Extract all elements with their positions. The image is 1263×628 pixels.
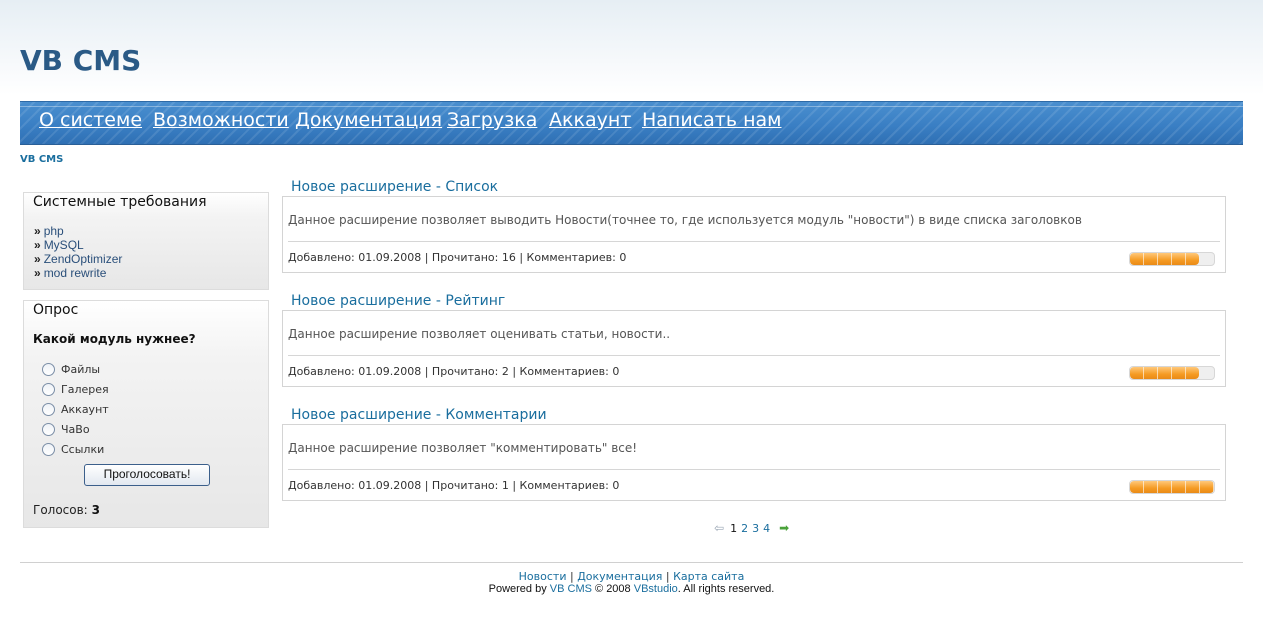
nav-features[interactable]: Возможности bbox=[153, 109, 289, 131]
rating-bar bbox=[1129, 480, 1215, 494]
article-text: Данное расширение позволяет "комментиров… bbox=[288, 441, 638, 455]
page-link[interactable]: 3 bbox=[752, 522, 759, 535]
footer-brand-link[interactable]: VB CMS bbox=[550, 583, 592, 595]
requirements-list: » php » MySQL » ZendOptimizer » mod rewrite bbox=[34, 224, 122, 280]
footer-link-docs[interactable]: Документация bbox=[577, 570, 662, 583]
divider bbox=[288, 241, 1220, 242]
nav-contact[interactable]: Написать нам bbox=[642, 109, 782, 131]
poll-option[interactable]: Ссылки bbox=[42, 442, 104, 458]
arrow-right-icon[interactable]: ➡ bbox=[779, 521, 789, 535]
footer-link-sitemap[interactable]: Карта сайта bbox=[673, 570, 744, 583]
footer-links: Новости | Документация | Карта сайта bbox=[518, 570, 745, 583]
article-text: Данное расширение позволяет оценивать ст… bbox=[288, 327, 671, 341]
radio-button[interactable] bbox=[42, 402, 55, 416]
bullet: » bbox=[34, 252, 41, 266]
radio-button[interactable] bbox=[42, 362, 55, 376]
site-logo[interactable]: VB CMS bbox=[20, 44, 141, 77]
poll-title: Опрос bbox=[33, 302, 79, 318]
bullet: » bbox=[34, 224, 41, 238]
article-title[interactable]: Новое расширение - Комментарии bbox=[291, 407, 547, 423]
article-title[interactable]: Новое расширение - Рейтинг bbox=[291, 293, 505, 309]
article-card: Данное расширение позволяет оценивать ст… bbox=[282, 310, 1226, 387]
list-item: » ZendOptimizer bbox=[34, 252, 123, 266]
poll-question: Какой модуль нужнее? bbox=[33, 332, 196, 346]
article-title[interactable]: Новое расширение - Список bbox=[291, 179, 498, 195]
radio-button[interactable] bbox=[42, 382, 55, 396]
bullet: » bbox=[34, 266, 41, 280]
rating-bar bbox=[1129, 252, 1215, 266]
votes-count: Голосов: 3 bbox=[33, 503, 100, 517]
footer-divider bbox=[20, 562, 1243, 563]
poll-option[interactable]: Файлы bbox=[42, 362, 100, 378]
nav-download[interactable]: Загрузка bbox=[447, 109, 537, 131]
page-link[interactable]: 2 bbox=[741, 522, 748, 535]
article-card: Данное расширение позволяет "комментиров… bbox=[282, 424, 1226, 501]
page-link[interactable]: 4 bbox=[763, 522, 770, 535]
divider bbox=[288, 469, 1220, 470]
nav-about[interactable]: О системе bbox=[39, 109, 142, 131]
vote-button[interactable]: Проголосовать! bbox=[84, 464, 210, 486]
article-meta: Добавлено: 01.09.2008 | Прочитано: 2 | К… bbox=[288, 365, 620, 378]
arrow-left-icon[interactable]: ⇦ bbox=[714, 521, 724, 535]
footer-company-link[interactable]: VBstudio bbox=[634, 583, 678, 595]
poll-option[interactable]: ЧаВо bbox=[42, 422, 90, 438]
footer-copyright: Powered by VB CMS © 2008 VBstudio. All r… bbox=[488, 583, 775, 595]
divider bbox=[288, 355, 1220, 356]
rating-fill bbox=[1130, 253, 1199, 265]
article-text: Данное расширение позволяет выводить Нов… bbox=[288, 213, 1082, 227]
article-meta: Добавлено: 01.09.2008 | Прочитано: 16 | … bbox=[288, 251, 627, 264]
list-item: » mod rewrite bbox=[34, 266, 107, 280]
list-item: » php bbox=[34, 224, 64, 238]
rating-fill bbox=[1130, 481, 1214, 493]
rating-bar bbox=[1129, 366, 1215, 380]
footer-link-news[interactable]: Новости bbox=[519, 570, 567, 583]
main-nav: О системе Возможности Документация Загру… bbox=[20, 101, 1243, 145]
list-item: » MySQL bbox=[34, 238, 84, 252]
requirements-title: Системные требования bbox=[33, 194, 207, 210]
bullet: » bbox=[34, 238, 41, 252]
radio-button[interactable] bbox=[42, 442, 55, 456]
poll-box: Опрос Какой модуль нужнее? Файлы Галерея… bbox=[23, 300, 269, 528]
nav-account[interactable]: Аккаунт bbox=[549, 109, 631, 131]
radio-button[interactable] bbox=[42, 422, 55, 436]
pagination: ⇦ 1 2 3 4 ➡ bbox=[714, 521, 789, 535]
page-current: 1 bbox=[730, 522, 738, 535]
breadcrumb[interactable]: VB CMS bbox=[20, 154, 63, 165]
rating-fill bbox=[1130, 367, 1199, 379]
requirements-box: Системные требования » php » MySQL » ZendOp… bbox=[23, 192, 269, 290]
nav-docs[interactable]: Документация bbox=[295, 109, 442, 131]
poll-option[interactable]: Галерея bbox=[42, 382, 109, 398]
poll-option[interactable]: Аккаунт bbox=[42, 402, 109, 418]
article-meta: Добавлено: 01.09.2008 | Прочитано: 1 | К… bbox=[288, 479, 620, 492]
article-card: Данное расширение позволяет выводить Нов… bbox=[282, 196, 1226, 273]
